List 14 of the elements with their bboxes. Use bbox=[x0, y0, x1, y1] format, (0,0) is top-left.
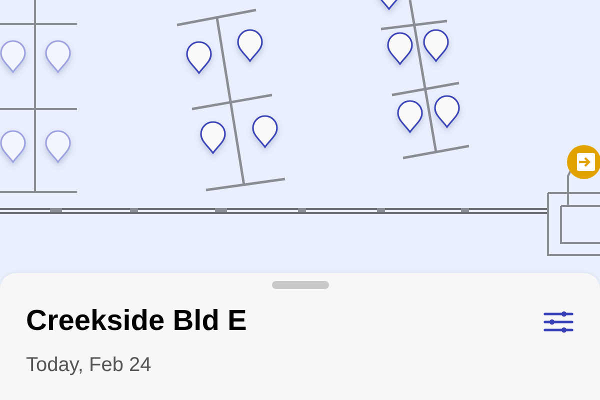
desk-pin-icon[interactable] bbox=[423, 29, 449, 62]
desk-pin-icon[interactable] bbox=[186, 41, 212, 74]
desk-pin-icon[interactable] bbox=[252, 115, 278, 148]
desk-pin-icon[interactable] bbox=[237, 29, 263, 62]
date-label: Today, Feb 24 bbox=[26, 354, 152, 377]
desk-pin-icon[interactable] bbox=[397, 100, 423, 133]
desk-pin-icon[interactable] bbox=[434, 95, 460, 128]
desk-pin-icon[interactable] bbox=[200, 121, 226, 154]
drag-handle[interactable] bbox=[272, 281, 328, 289]
building-title: Creekside Bld E bbox=[26, 305, 247, 338]
desk-pin-icon[interactable] bbox=[387, 32, 413, 65]
settings-icon bbox=[542, 310, 574, 334]
exit-icon bbox=[567, 145, 600, 179]
filter-button[interactable] bbox=[542, 310, 574, 334]
